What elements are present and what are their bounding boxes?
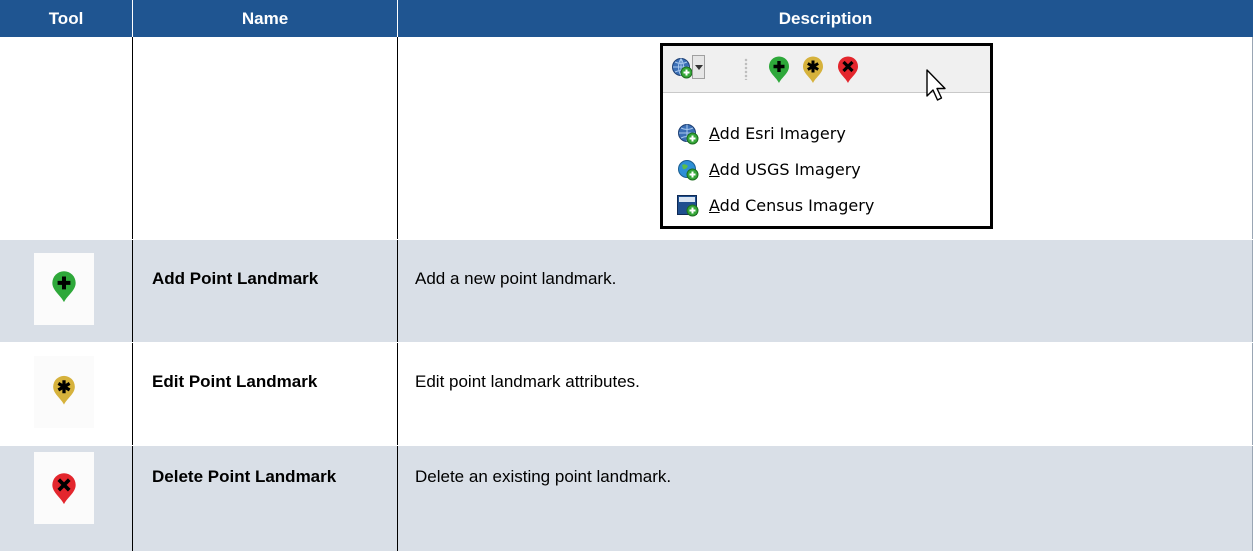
name-cell: [133, 37, 398, 239]
tool-name: Edit Point Landmark: [133, 343, 398, 446]
table-header: Tool Name Description: [0, 0, 1253, 37]
menu-item-add-census-imagery[interactable]: Add Census Imagery: [665, 191, 990, 221]
tool-cell: [0, 240, 133, 343]
menu-item-label: Add USGS Imagery: [709, 160, 861, 179]
toolbar-grip[interactable]: [744, 58, 748, 80]
esri-globe-add-icon: [678, 124, 699, 145]
delete-point-landmark-icon[interactable]: [836, 56, 860, 84]
usgs-globe-add-icon: [678, 160, 699, 181]
table-row: [0, 37, 1253, 239]
add-point-landmark-icon[interactable]: [767, 56, 791, 84]
tools-table: Tool Name Description Add Esri Imagery A…: [0, 0, 1253, 551]
edit-point-landmark-icon: [53, 375, 75, 405]
tool-name: Delete Point Landmark: [133, 446, 398, 551]
icon-box: [34, 253, 94, 325]
add-imagery-dropdown-button[interactable]: [671, 53, 707, 83]
tool-cell: [0, 343, 133, 446]
census-add-icon: [677, 195, 699, 217]
tool-cell: [0, 446, 133, 551]
imagery-dropdown-screenshot: Add Esri Imagery Add USGS Imagery Add Ce…: [660, 43, 993, 229]
header-name: Name: [133, 0, 398, 37]
icon-box: [34, 452, 94, 524]
delete-point-landmark-icon: [52, 473, 76, 505]
table-row: Add Point Landmark Add a new point landm…: [0, 239, 1253, 343]
table-row: Edit Point Landmark Edit point landmark …: [0, 342, 1253, 446]
icon-box: [34, 356, 94, 428]
add-point-landmark-icon: [52, 271, 76, 303]
chevron-down-icon[interactable]: [692, 55, 705, 79]
globe-add-icon: [672, 58, 693, 79]
menu-item-add-usgs-imagery[interactable]: Add USGS Imagery: [665, 155, 990, 185]
header-description: Description: [778, 9, 873, 28]
mouse-pointer-icon: [926, 69, 946, 101]
menu-item-add-esri-imagery[interactable]: Add Esri Imagery: [665, 119, 990, 149]
tool-description: Delete an existing point landmark.: [398, 446, 1253, 551]
header-tool: Tool: [0, 0, 133, 37]
edit-point-landmark-icon[interactable]: [801, 56, 825, 84]
tool-description: Edit point landmark attributes.: [398, 343, 1253, 446]
tool-cell: [0, 37, 133, 239]
menu-item-label: Add Census Imagery: [709, 196, 875, 215]
table-row: Delete Point Landmark Delete an existing…: [0, 445, 1253, 551]
tool-name: Add Point Landmark: [133, 240, 398, 343]
menu-item-label: Add Esri Imagery: [709, 124, 846, 143]
tool-description: Add a new point landmark.: [398, 240, 1253, 343]
